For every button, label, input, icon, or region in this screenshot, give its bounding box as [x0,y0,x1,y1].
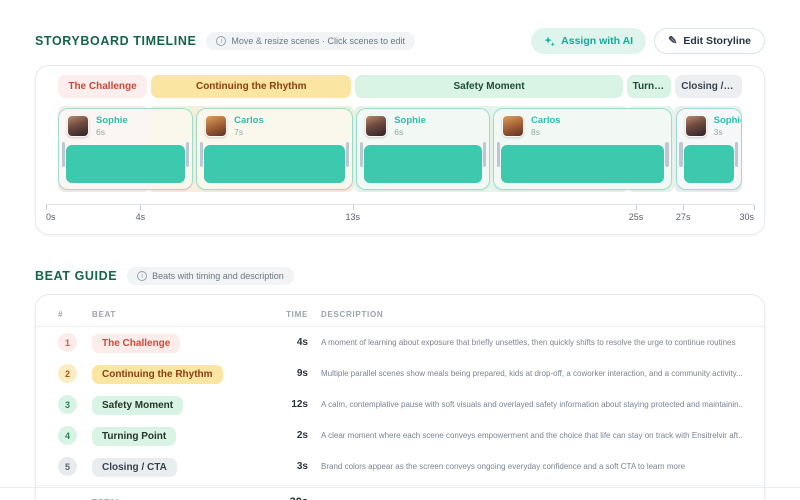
scene-card-carlos-2[interactable]: Carlos 8s [493,108,673,190]
beat-description: A moment of learning about exposure that… [321,338,736,347]
scene-card-carlos-1[interactable]: Carlos 7s [196,108,353,190]
beat-number-badge: 5 [58,457,77,476]
table-row: 1 The Challenge 4s A moment of learning … [36,327,764,358]
timeline-panel: The Challenge Continuing the Rhythm Safe… [35,65,765,235]
edit-button-label: Edit Storyline [683,35,751,47]
column-header-time: TIME [286,310,308,319]
column-header-beat: BEAT [92,310,116,319]
timeline-hint: i Move & resize scenes · Click scenes to… [206,32,415,50]
beat-number-badge: 3 [58,395,77,414]
pencil-icon: ✎ [668,34,678,47]
resize-handle-right[interactable] [482,142,487,167]
beat-name-pill: The Challenge [92,333,181,353]
scene-name: Carlos [234,115,264,126]
scene-name: Sophie [394,115,426,126]
beat-time: 2s [296,430,308,441]
timeline-hint-text: Move & resize scenes · Click scenes to e… [231,36,405,46]
scene-name: Carlos [531,115,561,126]
beat-time: 9s [296,368,308,379]
beat-time: 4s [296,337,308,348]
beat-guide-header: BEAT GUIDE i Beats with timing and descr… [35,267,765,285]
column-header-num: # [58,310,64,319]
beat-time: 3s [296,461,308,472]
scene-card-sophie-2[interactable]: Sophie 6s [356,108,490,190]
beat-description: A clear moment where each scene conveys … [321,431,742,440]
scene-duration: 8s [531,126,540,137]
beat-name-pill: Continuing the Rhythm [92,364,223,384]
assign-button-label: Assign with AI [561,35,634,47]
beat-segment-row: The Challenge Continuing the Rhythm Safe… [58,75,743,98]
table-row: 2 Continuing the Rhythm 9s Multiple para… [36,358,764,389]
scene-name: Sophie [96,115,128,126]
info-icon: i [216,36,227,46]
beat-time: 12s [291,399,308,410]
info-icon: i [137,271,148,281]
resize-handle-right[interactable] [734,142,739,167]
beat-number-badge: 1 [58,333,77,352]
resize-handle-right[interactable] [345,142,350,167]
storyboard-page: STORYBOARD TIMELINE i Move & resize scen… [0,0,800,500]
scene-clip-bar[interactable] [364,145,482,183]
beat-guide-hint-text: Beats with timing and description [152,271,284,281]
storyboard-header: STORYBOARD TIMELINE i Move & resize scen… [35,28,765,54]
resize-handle-right[interactable] [185,142,190,167]
scene-avatar [502,115,525,137]
bottom-divider [0,487,800,488]
beat-name-pill: Safety Moment [92,395,184,415]
scene-card-sophie-3[interactable]: Sophie 3s [675,108,742,190]
resize-handle-left[interactable] [199,142,204,167]
page-title: STORYBOARD TIMELINE [35,34,197,48]
beat-description: A calm, contemplative pause with soft vi… [321,400,742,409]
table-header-row: # BEAT TIME DESCRIPTION [36,303,764,327]
scene-duration: 7s [234,126,244,137]
scene-avatar [67,115,89,137]
scene-duration: 6s [96,126,105,137]
scene-clip-bar[interactable] [501,145,665,183]
beat-segment-the-challenge[interactable]: The Challenge [58,75,148,98]
scene-clip-bar[interactable] [66,145,185,183]
column-header-description: DESCRIPTION [321,310,384,319]
resize-handle-left[interactable] [496,142,501,167]
header-actions: Assign with AI ✎ Edit Storyline [531,28,765,54]
beat-guide-hint: i Beats with timing and description [127,267,294,285]
beat-name-pill: Turning Point [92,426,177,446]
scene-clip-bar[interactable] [204,145,345,183]
beat-guide-title: BEAT GUIDE [35,269,118,283]
beat-segment-turning-point[interactable]: Turning Point [626,75,672,98]
beat-guide-table: # BEAT TIME DESCRIPTION 1 The Challenge … [35,294,765,500]
beat-description: Brand colors appear as the screen convey… [321,462,686,471]
table-row: 5 Closing / CTA 3s Brand colors appear a… [36,451,764,482]
scene-duration: 6s [394,126,404,137]
beat-segment-safety-moment[interactable]: Safety Moment [355,75,623,98]
assign-with-ai-button[interactable]: Assign with AI [531,28,647,54]
scene-avatar [365,115,388,137]
scene-avatar [205,115,228,137]
scene-duration: 3s [713,126,723,137]
beat-name-pill: Closing / CTA [92,457,177,477]
scene-avatar [684,115,707,137]
resize-handle-left[interactable] [61,142,65,167]
scene-name: Sophie [713,115,741,126]
beat-number-badge: 2 [58,364,77,383]
table-row: 3 Safety Moment 12s A calm, contemplativ… [36,389,764,420]
beat-description: Multiple parallel scenes show meals bein… [321,369,742,378]
table-row: 4 Turning Point 2s A clear moment where … [36,420,764,451]
scene-track: Sophie 6s Carlos 7s Sophie 6s Carlos 8s … [58,106,742,192]
resize-handle-right[interactable] [665,142,669,167]
scene-card-sophie-1[interactable]: Sophie 6s [58,108,193,190]
edit-storyline-button[interactable]: ✎ Edit Storyline [654,28,765,54]
scene-clip-bar[interactable] [683,145,734,183]
total-time: 30s [258,496,308,500]
resize-handle-left[interactable] [679,142,683,167]
resize-handle-left[interactable] [359,142,364,167]
beat-segment-closing-cta[interactable]: Closing / CTA [675,75,743,98]
sparkles-icon [544,35,556,47]
beat-segment-continuing-the-rhythm[interactable]: Continuing the Rhythm [151,75,352,98]
time-ruler: 0s 4s 13s 25s 27s 30s [46,204,755,228]
beat-number-badge: 4 [58,426,77,445]
